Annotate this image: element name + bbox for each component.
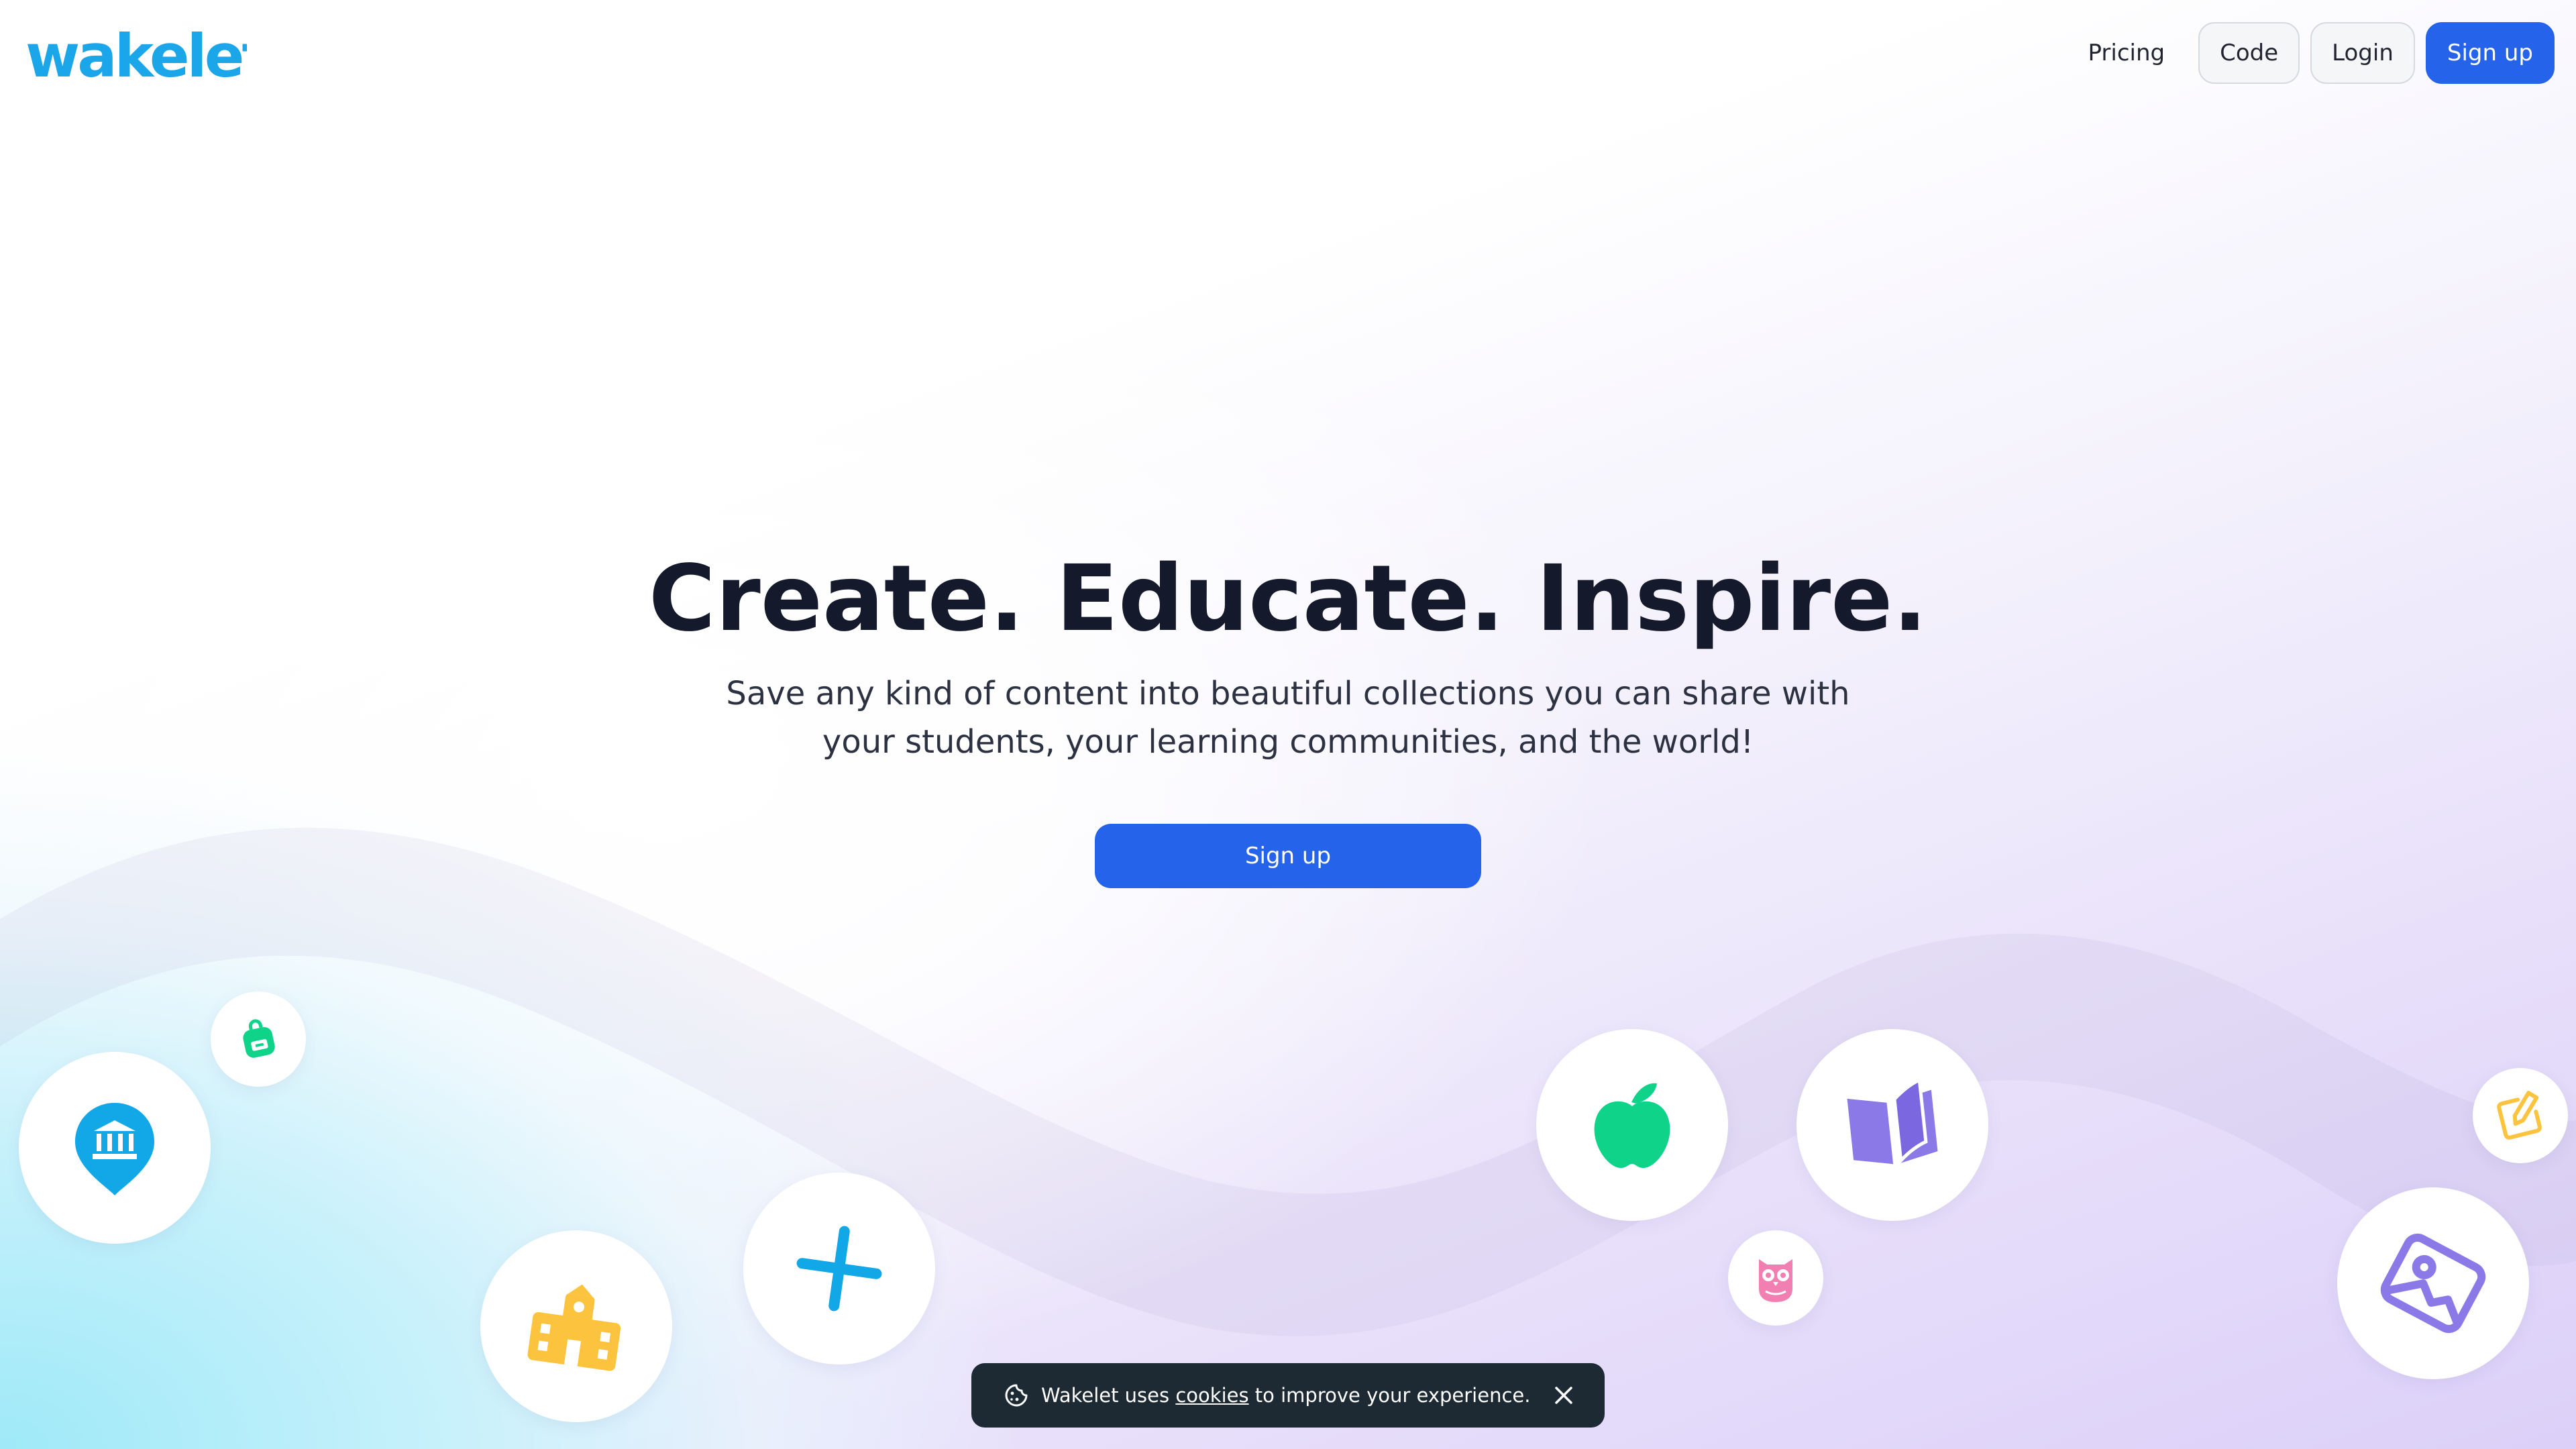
apple-bubble [1536, 1029, 1728, 1221]
signup-button-hero[interactable]: Sign up [1095, 824, 1481, 888]
owl-bubble [1728, 1230, 1823, 1326]
hero-subtitle: Save any kind of content into beautiful … [726, 675, 1850, 761]
cookie-text-before: Wakelet uses [1041, 1384, 1176, 1407]
image-bubble [2337, 1187, 2529, 1379]
hero-title: Create. Educate. Inspire. [648, 546, 1928, 652]
edit-bubble [2473, 1068, 2568, 1163]
wakelet-logo[interactable]: wakelet [25, 19, 247, 93]
plus-icon [796, 1226, 882, 1311]
close-cookie-button[interactable] [1549, 1381, 1578, 1410]
owl-icon [1759, 1259, 1792, 1302]
plus-bubble [743, 1173, 935, 1364]
cookie-icon [1005, 1384, 1028, 1407]
close-icon [1554, 1387, 1572, 1404]
cookies-link[interactable]: cookies [1175, 1384, 1248, 1407]
book-icon [1847, 1078, 1938, 1165]
image-icon [2380, 1233, 2486, 1334]
site-header: wakelet Pricing Code Login Sign up [0, 0, 2576, 107]
backpack-icon [243, 1019, 275, 1058]
book-bubble [1796, 1029, 1988, 1221]
cookie-text-after: to improve your experience. [1248, 1384, 1531, 1407]
school-icon [527, 1284, 621, 1371]
edit-icon [2497, 1091, 2542, 1140]
login-button[interactable]: Login [2310, 22, 2415, 84]
backpack-bubble [211, 991, 306, 1087]
school-bubble [480, 1230, 672, 1422]
museum-pin-icon [75, 1103, 154, 1195]
apple-icon [1594, 1083, 1670, 1169]
code-button[interactable]: Code [2198, 22, 2300, 84]
museum-bubble [19, 1052, 211, 1244]
cookie-banner: Wakelet uses cookies to improve your exp… [971, 1363, 1605, 1428]
background-wave [0, 827, 2576, 1336]
pricing-link[interactable]: Pricing [2065, 21, 2188, 85]
cookie-message: Wakelet uses cookies to improve your exp… [1041, 1384, 1530, 1407]
svg-text:wakelet: wakelet [25, 21, 247, 91]
signup-button-header[interactable]: Sign up [2425, 22, 2555, 84]
top-nav: Pricing Code Login Sign up [2065, 21, 2555, 85]
